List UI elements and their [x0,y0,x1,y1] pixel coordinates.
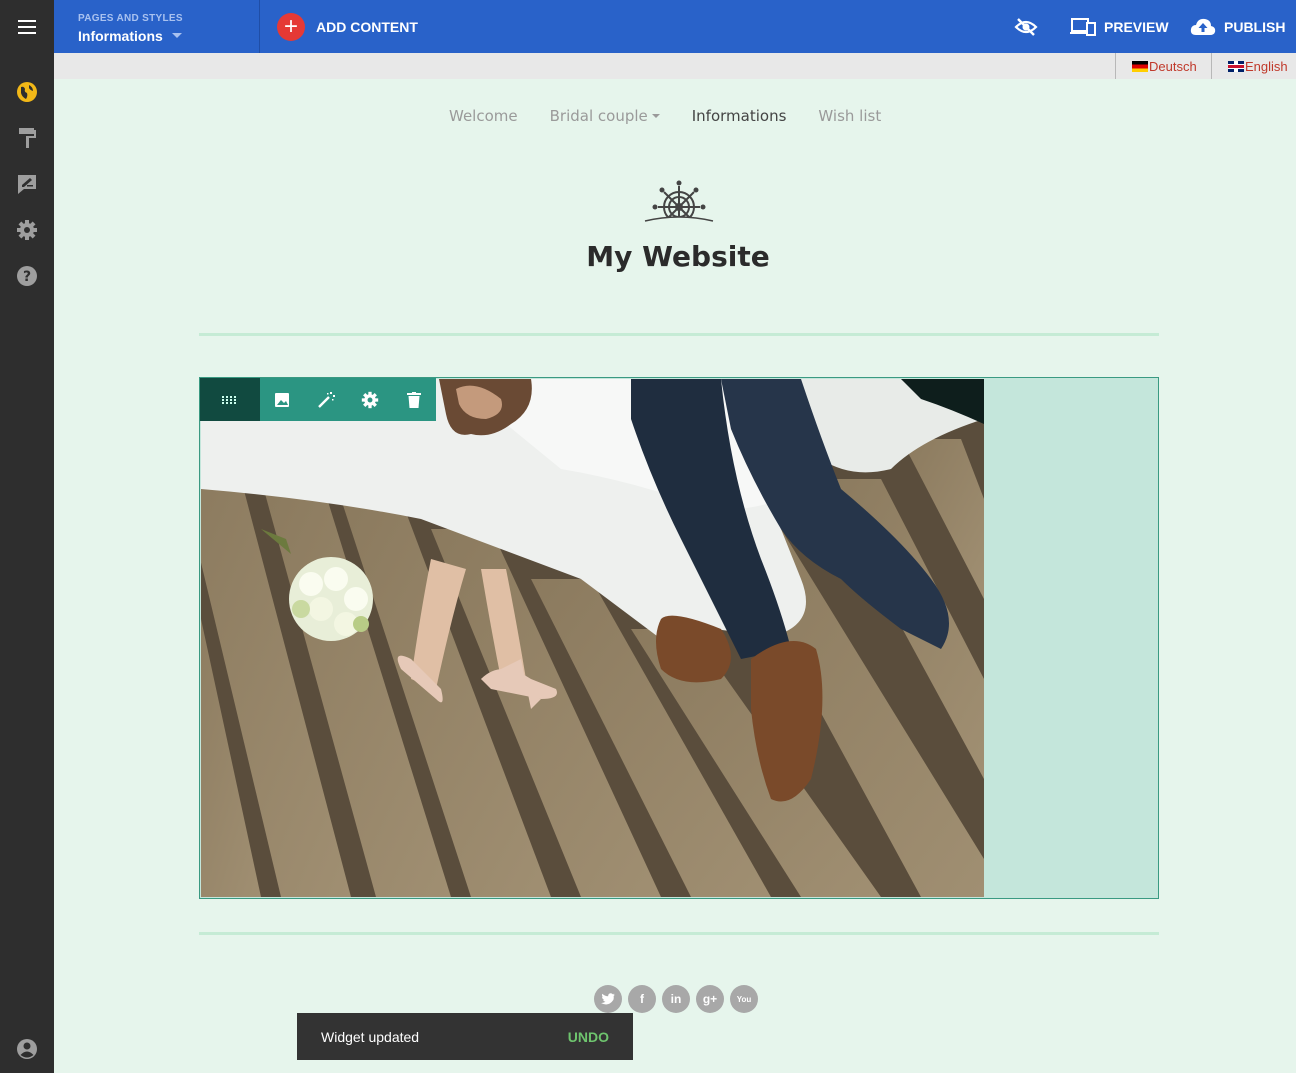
add-content-button[interactable]: + ADD CONTENT [277,13,418,41]
linkedin-icon[interactable]: in [662,985,690,1013]
publish-button[interactable]: PUBLISH [1190,14,1285,40]
account-icon[interactable] [15,1037,39,1061]
magic-wand-icon[interactable] [304,378,348,421]
page-selector[interactable]: PAGES AND STYLES Informations [54,0,260,53]
nav-item-bridal-couple[interactable]: Bridal couple [550,107,660,125]
ship-wheel-logo-icon [643,180,715,223]
drag-handle-icon[interactable] [200,378,260,421]
image-widget[interactable] [199,377,1159,899]
nav-item-informations[interactable]: Informations [692,107,787,125]
twitter-icon[interactable] [594,985,622,1013]
nav-label: Informations [691,107,787,125]
divider [199,932,1159,935]
top-bar: PAGES AND STYLES Informations + ADD CONT… [54,0,1296,53]
google-plus-icon[interactable]: g+ [696,985,724,1013]
gear-icon[interactable] [15,218,39,242]
language-bar: Deutsch English [54,53,1296,79]
preview-label: PREVIEW [1104,19,1169,35]
social-links: f in g+ You [594,985,758,1013]
de-flag-icon [1132,60,1148,72]
site-title: My Website [586,240,770,273]
page-selector-current: Informations [78,28,163,44]
divider [199,333,1159,336]
youtube-icon[interactable]: You [730,985,758,1013]
nav-label: Wish list [818,107,882,125]
left-sidebar: ? [0,0,54,1073]
gear-icon[interactable] [348,378,392,421]
page-selector-label: PAGES AND STYLES [78,13,183,24]
undo-button[interactable]: UNDO [568,1029,609,1045]
devices-icon [1070,18,1096,36]
nav-item-wish-list[interactable]: Wish list [818,107,881,125]
language-label: Deutsch [1149,58,1197,74]
publish-label: PUBLISH [1224,19,1286,35]
chevron-down-icon [651,114,660,118]
signature-icon[interactable] [15,172,39,196]
paint-roller-icon[interactable] [15,126,39,150]
chevron-down-icon [172,33,182,38]
snackbar-message: Widget updated [321,1028,420,1045]
visibility-toggle-button[interactable] [1014,14,1038,40]
widget-toolbar [200,378,436,421]
image-icon[interactable] [260,378,304,421]
nav-item-welcome[interactable]: Welcome [449,107,518,125]
wedding-photo [201,379,984,897]
language-en[interactable]: English [1211,53,1296,79]
cloud-upload-icon [1190,18,1216,35]
site-nav: Welcome Bridal couple Informations Wish … [449,107,881,125]
plus-icon: + [277,13,305,41]
language-de[interactable]: Deutsch [1115,53,1211,79]
trash-icon[interactable] [392,378,436,421]
snackbar: Widget updated UNDO [297,1013,633,1060]
preview-button[interactable]: PREVIEW [1070,14,1169,40]
uk-flag-icon [1228,60,1244,72]
nav-label: Bridal couple [549,107,648,125]
add-content-label: ADD CONTENT [316,19,418,35]
facebook-icon[interactable]: f [628,985,656,1013]
eye-off-icon [1014,18,1038,36]
nav-label: Welcome [449,107,518,125]
language-label: English [1245,58,1288,74]
menu-icon[interactable] [0,0,54,53]
globe-icon[interactable] [15,80,39,104]
